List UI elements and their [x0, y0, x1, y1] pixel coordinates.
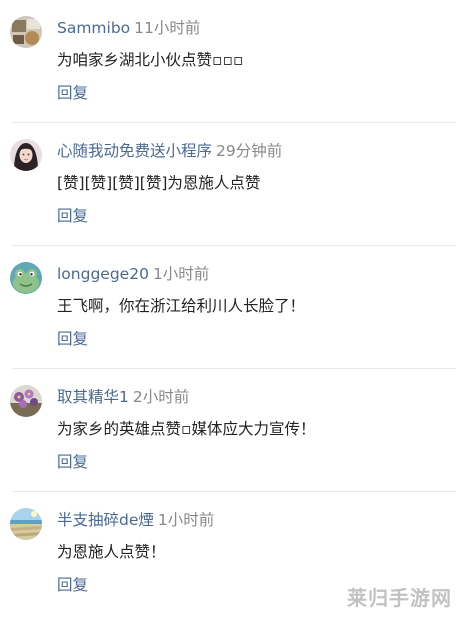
- reply-link[interactable]: 回复: [57, 328, 88, 350]
- comment-text: 王飞啊，你在浙江给利川人长脸了！: [57, 297, 306, 315]
- avatar[interactable]: [10, 139, 42, 171]
- comment-meta: 取其精华1 2小时前: [57, 386, 189, 408]
- comment-meta: longgege20 1小时前: [57, 263, 209, 285]
- avatar-frog-cartoon-icon: [10, 262, 42, 294]
- comment-meta: 心随我动免费送小程序 29分钟前: [57, 140, 282, 162]
- timestamp: 1小时前: [157, 511, 215, 529]
- comment-item: Sammibo 11小时前 为咱家乡湖北小伙点赞▫▫▫ 回复: [0, 0, 458, 123]
- username[interactable]: 心随我动免费送小程序: [57, 142, 212, 160]
- avatar[interactable]: [10, 508, 42, 540]
- reply-link[interactable]: 回复: [57, 451, 88, 473]
- reply-link[interactable]: 回复: [57, 574, 88, 596]
- avatar-landscape-photo-icon: [10, 508, 42, 540]
- avatar[interactable]: [10, 16, 42, 48]
- comment-item: longgege20 1小时前 王飞啊，你在浙江给利川人长脸了！ 回复: [0, 246, 458, 369]
- timestamp: 2小时前: [132, 388, 190, 406]
- username[interactable]: 半支抽碎de煙: [57, 511, 154, 529]
- username[interactable]: 取其精华1: [57, 388, 129, 406]
- comment-item: 取其精华1 2小时前 为家乡的英雄点赞▫媒体应大力宣传！ 回复: [0, 369, 458, 492]
- comment-meta: 半支抽碎de煙 1小时前: [57, 509, 214, 531]
- avatar-food-photo-icon: [10, 16, 42, 48]
- avatar[interactable]: [10, 385, 42, 417]
- reply-link[interactable]: 回复: [57, 205, 88, 227]
- timestamp: 29分钟前: [216, 142, 283, 160]
- comment-text: [赞][赞][赞][赞]为恩施人点赞: [57, 174, 261, 192]
- comment-text: 为恩施人点赞！: [57, 543, 166, 561]
- comment-meta: Sammibo 11小时前: [57, 17, 200, 39]
- comment-text: 为咱家乡湖北小伙点赞▫▫▫: [57, 51, 244, 69]
- timestamp: 11小时前: [134, 19, 201, 37]
- reply-link[interactable]: 回复: [57, 82, 88, 104]
- timestamp: 1小时前: [152, 265, 210, 283]
- username[interactable]: longgege20: [57, 265, 149, 283]
- avatar-flowers-photo-icon: [10, 385, 42, 417]
- avatar-girl-photo-icon: [10, 139, 42, 171]
- comment-list: Sammibo 11小时前 为咱家乡湖北小伙点赞▫▫▫ 回复 心随我动免费送小程序…: [0, 0, 458, 615]
- username[interactable]: Sammibo: [57, 19, 130, 37]
- watermark: 莱归手游网: [347, 586, 452, 610]
- comment-text: 为家乡的英雄点赞▫媒体应大力宣传！: [57, 420, 316, 438]
- comment-item: 心随我动免费送小程序 29分钟前 [赞][赞][赞][赞]为恩施人点赞 回复: [0, 123, 458, 246]
- avatar[interactable]: [10, 262, 42, 294]
